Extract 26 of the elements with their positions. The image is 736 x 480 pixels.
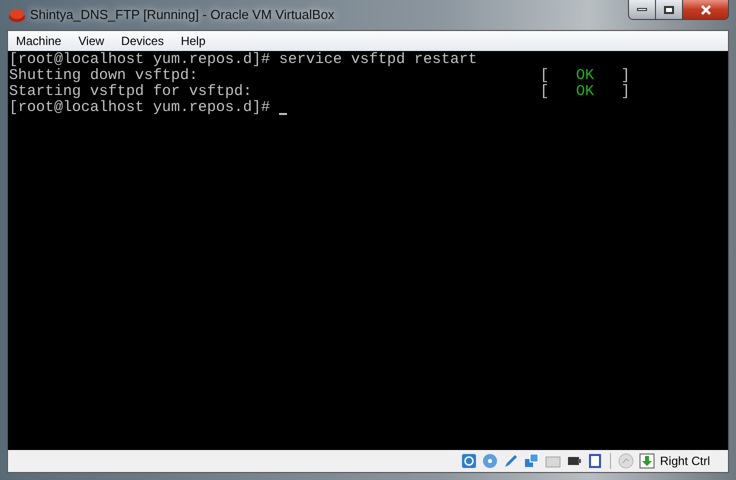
maximize-button[interactable] <box>656 0 682 20</box>
app-icon <box>8 7 26 23</box>
close-button[interactable] <box>682 0 729 20</box>
minimize-button[interactable] <box>628 0 656 20</box>
pen-icon[interactable] <box>502 453 519 469</box>
menu-item[interactable]: View <box>78 32 104 50</box>
status-ok-text: OK <box>576 84 594 100</box>
terminal-line: [root@localhost yum.repos.d]# <box>9 100 270 116</box>
menu-item[interactable]: Devices <box>121 32 164 50</box>
bracket-text: [ <box>540 84 550 100</box>
terminal-line: Shutting down vsftpd: <box>9 68 200 84</box>
menu-item[interactable]: Machine <box>16 32 62 50</box>
bracket-text: ] <box>621 84 630 100</box>
terminal-line: [root@localhost yum.repos.d]# service vsftpd restart <box>9 52 478 68</box>
optical-disc-icon[interactable] <box>482 453 498 469</box>
bracket-text: ] <box>621 68 630 84</box>
menu-item[interactable]: Help <box>180 32 206 50</box>
network-icon[interactable] <box>524 453 540 469</box>
terminal-line: Starting vsftpd for vsftpd: <box>9 84 254 100</box>
host-key-label: Right Ctrl <box>660 453 710 470</box>
close-icon <box>700 4 712 14</box>
terminal-screen[interactable]: [root@localhost yum.repos.d]# service vsftpd restart Shutting down vsftpd: [ OK ] Starting vsftpd for vsftpd: [ OK ] [root@localhost yum.repos.d]# <box>8 51 728 450</box>
status-ok-text: OK <box>576 68 594 84</box>
window-title: Shintya_DNS_FTP [Running] - Oracle VM VirtualBox <box>30 6 334 24</box>
bracket-text: [ <box>540 68 550 84</box>
arrow-down-icon[interactable] <box>638 453 655 469</box>
